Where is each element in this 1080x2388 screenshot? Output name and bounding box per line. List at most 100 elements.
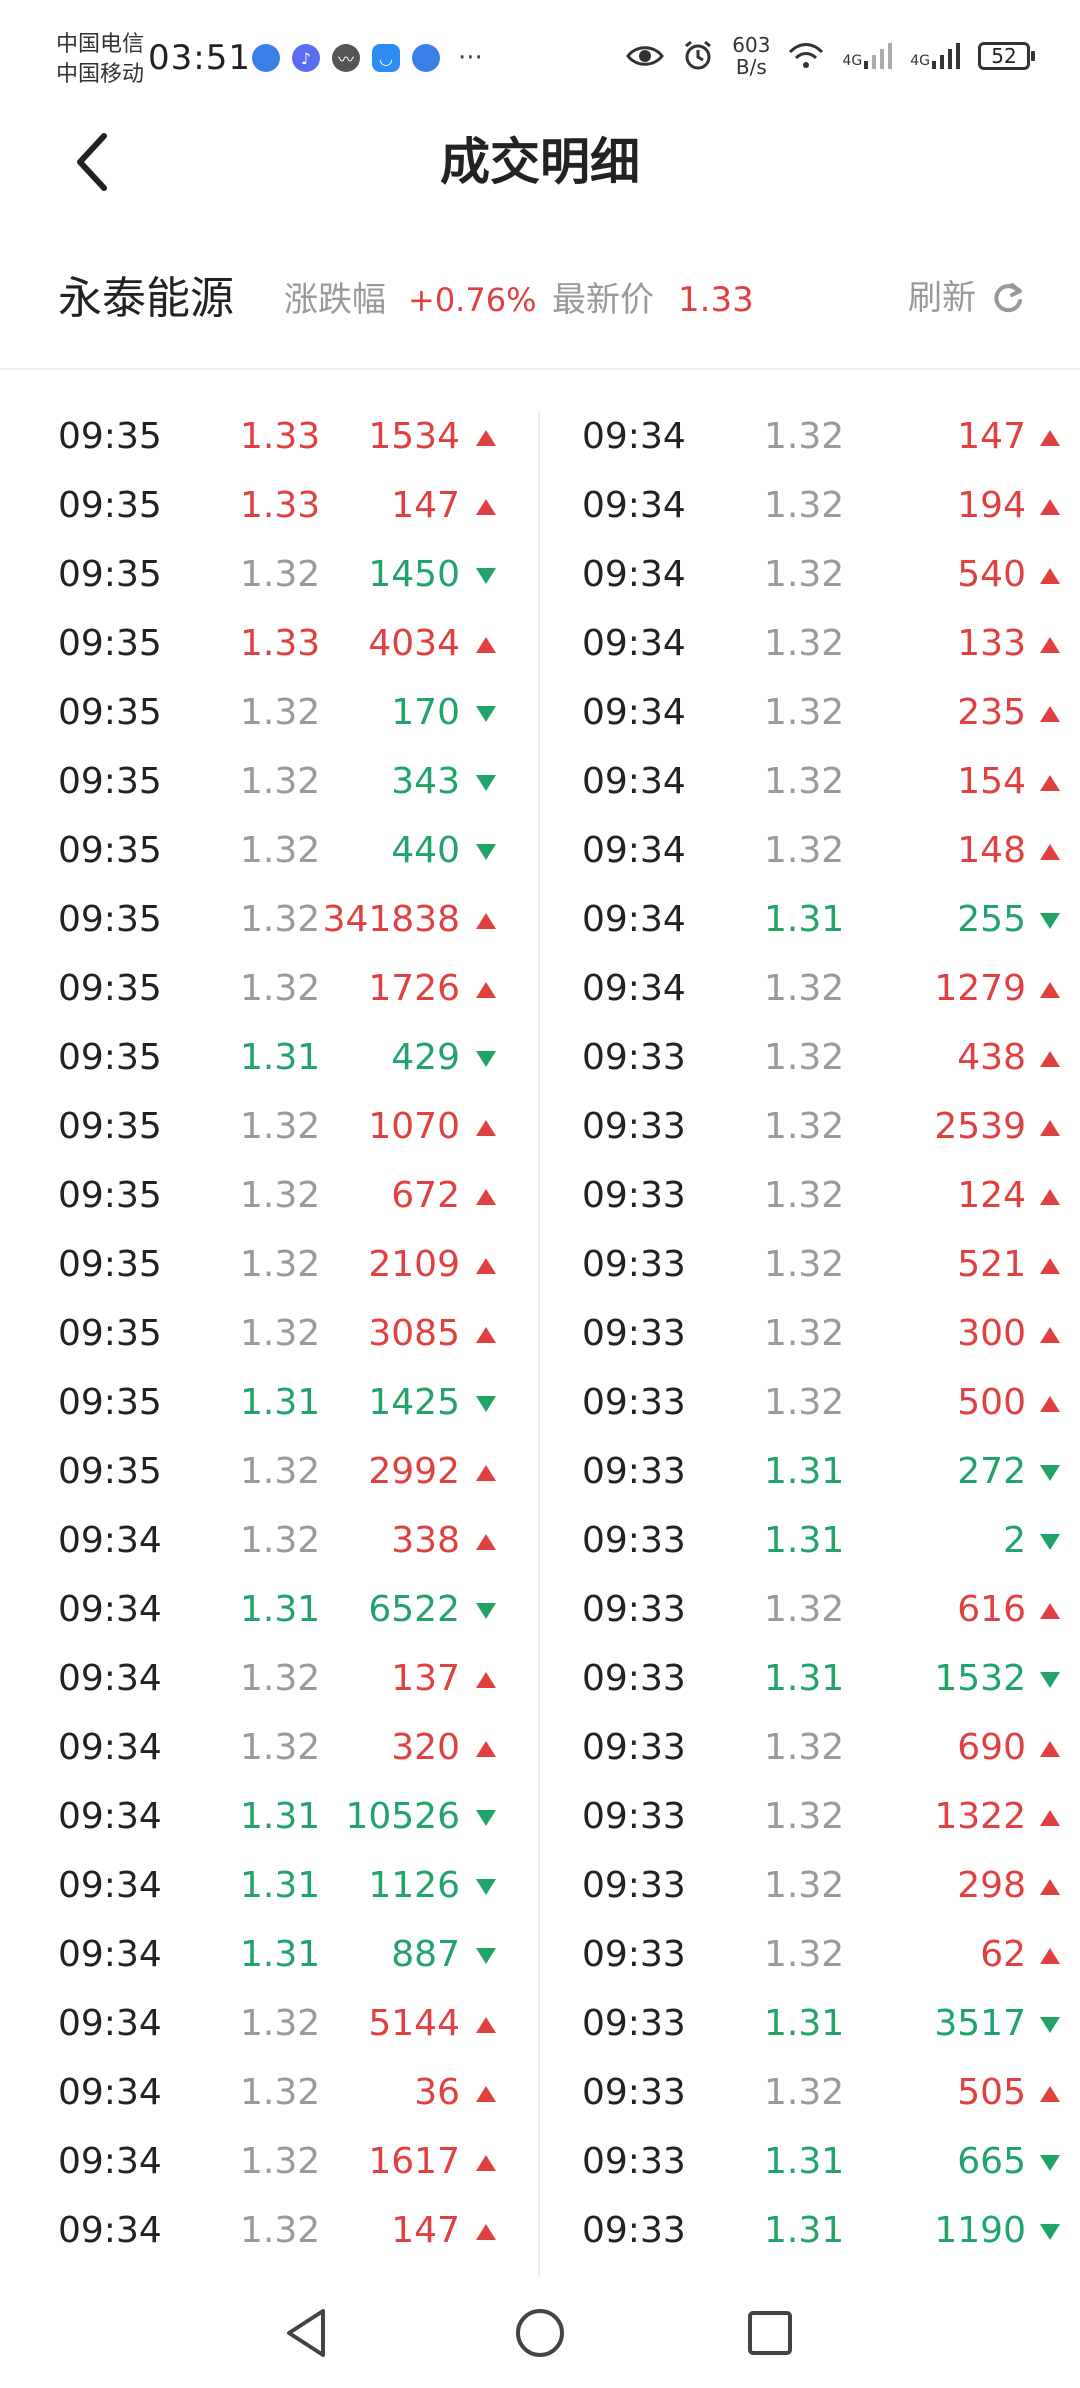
up-arrow-icon <box>1040 568 1060 584</box>
trade-row: 09:33 1.32 505 <box>540 2056 1080 2125</box>
trade-price: 1.32 <box>764 1106 845 1147</box>
trade-time: 09:34 <box>58 1727 162 1768</box>
up-arrow-icon <box>1040 775 1060 791</box>
carrier-2: 中国移动 <box>56 62 145 87</box>
trade-time: 09:35 <box>58 692 162 733</box>
trade-time: 09:35 <box>58 623 162 664</box>
trade-volume: 343 <box>391 761 460 802</box>
nav-recents-button[interactable] <box>735 2298 805 2368</box>
trade-time: 09:35 <box>58 485 162 526</box>
up-arrow-icon <box>1040 1189 1060 1205</box>
page-header: 成交明细 <box>0 110 1080 240</box>
trade-volume: 1532 <box>934 1658 1026 1699</box>
trade-volume: 672 <box>391 1175 460 1216</box>
trade-row: 09:34 1.32 148 <box>540 814 1080 883</box>
trade-time: 09:35 <box>58 1244 162 1285</box>
nav-home-button[interactable] <box>505 2298 575 2368</box>
signal-bars-1-icon <box>864 43 893 69</box>
up-arrow-icon <box>476 2224 496 2240</box>
trade-price: 1.31 <box>764 899 845 940</box>
trade-volume: 36 <box>414 2072 460 2113</box>
trade-row: 09:34 1.32 133 <box>540 607 1080 676</box>
refresh-button[interactable]: 刷新 <box>908 268 1024 328</box>
price-label: 最新价 <box>552 280 654 320</box>
trade-volume: 1322 <box>934 1796 1026 1837</box>
trade-price: 1.32 <box>764 1727 845 1768</box>
trade-volume: 148 <box>957 830 1026 871</box>
down-arrow-icon <box>476 775 496 791</box>
trade-volume: 429 <box>391 1037 460 1078</box>
trade-price: 1.32 <box>764 1865 845 1906</box>
up-arrow-icon <box>476 430 496 446</box>
trade-time: 09:33 <box>582 1934 686 1975</box>
down-arrow-icon <box>1040 2224 1060 2240</box>
trade-row: 09:33 1.31 1190 <box>540 2194 1080 2263</box>
trade-price: 1.32 <box>764 1244 845 1285</box>
trade-volume: 1534 <box>368 416 460 457</box>
trade-time: 09:35 <box>58 1037 162 1078</box>
trade-volume: 170 <box>391 692 460 733</box>
trade-volume: 300 <box>957 1313 1026 1354</box>
trade-time: 09:33 <box>582 1037 686 1078</box>
eye-icon <box>626 46 665 66</box>
trade-row: 09:33 1.32 62 <box>540 1918 1080 1987</box>
up-arrow-icon <box>1040 2086 1060 2102</box>
trade-row: 09:34 1.31 6522 <box>0 1573 540 1642</box>
trade-details-list[interactable]: 09:35 1.33 1534 09:35 1.33 147 09:35 1.32 1450 09… <box>0 400 1080 2278</box>
trade-row: 09:35 1.32 170 <box>0 676 540 745</box>
trade-row: 09:34 1.32 320 <box>0 1711 540 1780</box>
stock-info-bar: 永泰能源 涨跌幅 +0.76% 最新价 1.33 刷新 <box>0 240 1080 370</box>
trade-time: 09:33 <box>582 1175 686 1216</box>
trade-time: 09:34 <box>582 416 686 457</box>
store-app-icon: ◡ <box>372 44 400 72</box>
trade-row: 09:33 1.31 272 <box>540 1435 1080 1504</box>
trade-time: 09:34 <box>58 1796 162 1837</box>
trade-price: 1.32 <box>764 485 845 526</box>
trade-price: 1.32 <box>764 1589 845 1630</box>
trade-price: 1.32 <box>764 1175 845 1216</box>
trade-price: 1.32 <box>764 830 845 871</box>
trade-volume: 124 <box>957 1175 1026 1216</box>
trade-time: 09:33 <box>582 1382 686 1423</box>
network-speed-value: 603 <box>732 33 771 57</box>
trade-volume: 616 <box>957 1589 1026 1630</box>
down-arrow-icon <box>1040 2017 1060 2033</box>
trade-time: 09:33 <box>582 1520 686 1561</box>
up-arrow-icon <box>476 1120 496 1136</box>
browser-app-icon-2 <box>412 44 440 72</box>
trade-price: 1.32 <box>764 623 845 664</box>
trade-time: 09:34 <box>58 1520 162 1561</box>
trade-volume: 665 <box>957 2141 1026 2182</box>
price-value: 1.33 <box>678 280 754 320</box>
trade-time: 09:34 <box>58 1865 162 1906</box>
up-arrow-icon <box>1040 1879 1060 1895</box>
trade-time: 09:35 <box>58 899 162 940</box>
signal-bars-2-icon <box>932 43 960 69</box>
trade-row: 09:33 1.32 1322 <box>540 1780 1080 1849</box>
trade-time: 09:35 <box>58 1313 162 1354</box>
up-arrow-icon <box>476 982 496 998</box>
trade-row: 09:33 1.32 438 <box>540 1021 1080 1090</box>
trade-row: 09:35 1.32 672 <box>0 1159 540 1228</box>
up-arrow-icon <box>476 1189 496 1205</box>
up-arrow-icon <box>1040 1051 1060 1067</box>
up-arrow-icon <box>1040 1948 1060 1964</box>
trade-volume: 1617 <box>368 2141 460 2182</box>
nav-back-button[interactable] <box>272 2298 342 2368</box>
trade-time: 09:34 <box>58 1934 162 1975</box>
trade-volume: 272 <box>957 1451 1026 1492</box>
trade-time: 09:33 <box>582 1865 686 1906</box>
refresh-label: 刷新 <box>908 278 976 318</box>
down-arrow-icon <box>1040 913 1060 929</box>
trade-time: 09:33 <box>582 1727 686 1768</box>
signal-strength-1: 4G <box>842 43 893 69</box>
trade-row: 09:34 1.31 10526 <box>0 1780 540 1849</box>
trade-row: 09:34 1.32 154 <box>540 745 1080 814</box>
nav-recents-square-icon <box>748 2311 792 2355</box>
status-bar: 中国电信 中国移动 03:51 ♪ 〰 ◡ ··· 603 B/s 4G 4G … <box>0 0 1080 110</box>
down-arrow-icon <box>476 1879 496 1895</box>
trade-time: 09:33 <box>582 1244 686 1285</box>
trade-row: 09:35 1.31 429 <box>0 1021 540 1090</box>
trade-row: 09:35 1.32 1726 <box>0 952 540 1021</box>
trade-row: 09:35 1.32 440 <box>0 814 540 883</box>
